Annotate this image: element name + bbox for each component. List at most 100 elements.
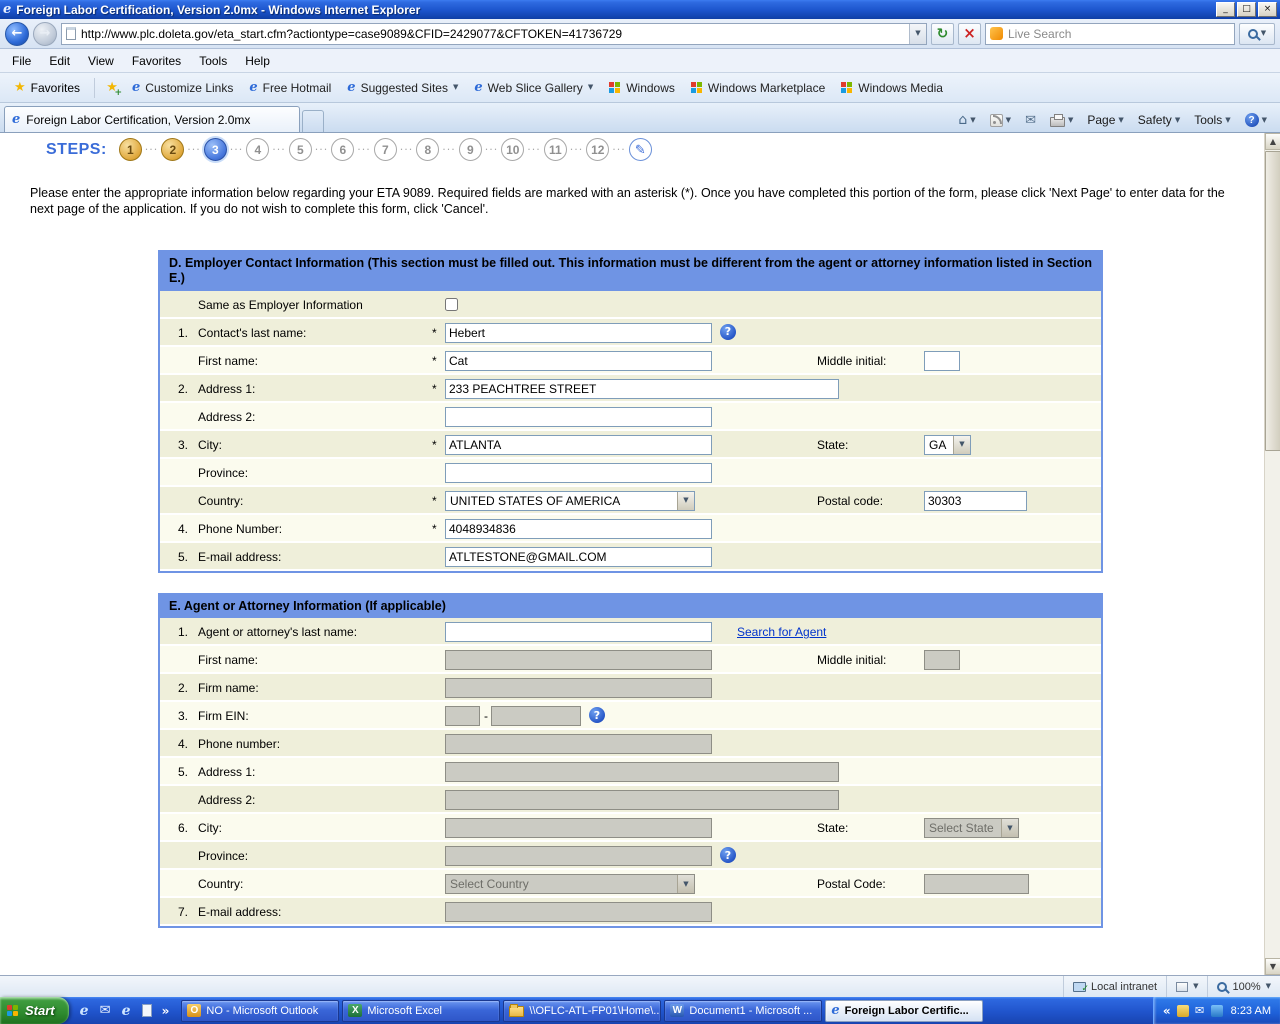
home-icon: ⌂ [958,113,967,127]
contact-last-name-help-icon[interactable]: ? [720,324,736,340]
search-for-agent-link[interactable]: Search for Agent [737,625,826,639]
read-mail-button[interactable]: ✉ [1022,112,1039,129]
step-4[interactable]: 4 [246,138,269,161]
page-menu-label: Page [1087,113,1115,127]
print-button[interactable]: ▼ [1047,112,1076,129]
favorites-items: eCustomize LinkseFree HotmaileSuggested … [124,77,951,99]
home-button[interactable]: ⌂▼ [955,111,978,129]
contact-first-name-input[interactable] [445,351,712,371]
firm-ein-help-icon[interactable]: ? [589,707,605,723]
stop-button[interactable]: × [958,23,981,45]
favorites-item-label: Suggested Sites [361,81,448,95]
agent-last-name-input[interactable] [445,622,712,642]
scroll-down-button[interactable]: ▼ [1265,958,1280,975]
page-menu-button[interactable]: Page▼ [1084,111,1126,129]
menu-item-file[interactable]: File [3,51,40,71]
step-2[interactable]: 2 [161,138,184,161]
step-11[interactable]: 11 [544,138,567,161]
menu-item-edit[interactable]: Edit [40,51,79,71]
new-tab-button[interactable] [302,110,324,132]
step-9[interactable]: 9 [459,138,482,161]
phone-number-input[interactable] [445,519,712,539]
select-arrow-button: ▼ [953,436,970,454]
tab-foreign-labor-certification[interactable]: e Foreign Labor Certification, Version 2… [4,106,300,132]
country-select[interactable]: UNITED STATES OF AMERICA▼ [445,491,695,511]
taskbar-button-document1-microsoft[interactable]: WDocument1 - Microsoft ... [664,1000,822,1022]
back-button[interactable]: ← [5,22,29,46]
contact-last-name-input[interactable] [445,323,712,343]
address-2-input[interactable] [445,407,712,427]
tools-menu-button[interactable]: Tools▼ [1191,111,1233,129]
step-6[interactable]: 6 [331,138,354,161]
middle-initial-input[interactable] [924,351,960,371]
postal-code-input[interactable] [924,491,1027,511]
step-edit[interactable]: ✎ [629,138,652,161]
city-input[interactable] [445,435,712,455]
windows-flag-icon [841,82,853,94]
quick-launch-overflow-chevron[interactable]: » [160,1004,172,1018]
agent-province-help-icon[interactable]: ? [720,847,736,863]
favorites-item-windows[interactable]: Windows [601,77,683,99]
minimize-button[interactable]: _ [1216,2,1235,17]
vertical-scrollbar[interactable]: ▲ ▼ [1264,133,1280,975]
add-to-favorites-bar-button[interactable]: ★ + [100,77,124,99]
quick-launch-ie-icon[interactable]: e [118,1002,135,1020]
scrollbar-thumb[interactable] [1265,151,1280,451]
menu-item-help[interactable]: Help [236,51,279,71]
feeds-button[interactable]: ▼ [987,112,1014,129]
taskbar-clock[interactable]: 8:23 AM [1229,1005,1271,1017]
menu-item-favorites[interactable]: Favorites [123,51,190,71]
quick-launch-ie-icon[interactable]: e [76,1002,93,1020]
tray-icon[interactable] [1177,1005,1189,1017]
search-box[interactable]: Live Search [985,23,1235,45]
same-as-employer-checkbox[interactable] [445,298,458,311]
search-button[interactable]: ▼ [1239,23,1275,45]
quick-launch-page-icon[interactable] [139,1002,156,1020]
favorites-item-windows-media[interactable]: Windows Media [833,77,951,99]
help-menu-button[interactable]: ?▼ [1242,111,1270,129]
maximize-button[interactable]: □ [1237,2,1256,17]
forward-button[interactable]: → [33,22,57,46]
address-1-input[interactable] [445,379,839,399]
step-3[interactable]: 3 [204,138,227,161]
taskbar-buttons: ONO - Microsoft OutlookXMicrosoft Excel\… [178,1000,983,1022]
taskbar-button-microsoft-excel[interactable]: XMicrosoft Excel [342,1000,500,1022]
address-field[interactable]: http://www.plc.doleta.gov/eta_start.cfm?… [61,23,927,45]
menu-item-tools[interactable]: Tools [190,51,236,71]
step-1[interactable]: 1 [119,138,142,161]
select-value: Select State [925,821,1001,835]
field-label: Address 2: [198,793,255,807]
step-12[interactable]: 12 [586,138,609,161]
form-row-country: Country:*UNITED STATES OF AMERICA▼Postal… [160,487,1101,515]
province-input[interactable] [445,463,712,483]
tray-expand-icon[interactable]: « [1163,1004,1171,1018]
safety-menu-button[interactable]: Safety▼ [1135,111,1183,129]
menu-item-view[interactable]: View [79,51,123,71]
email-address-input[interactable] [445,547,712,567]
refresh-button[interactable]: ↻ [931,23,954,45]
zoom-control[interactable]: 100% ▼ [1207,976,1280,997]
steps-label: STEPS: [46,141,107,159]
step-8[interactable]: 8 [416,138,439,161]
tray-mail-icon[interactable]: ✉ [1194,1005,1206,1017]
favorites-button[interactable]: ★ Favorites [5,77,89,99]
quick-launch-mail-icon[interactable]: ✉ [97,1002,114,1020]
step-10[interactable]: 10 [501,138,524,161]
favorites-item-windows-marketplace[interactable]: Windows Marketplace [683,77,833,99]
tray-icon[interactable] [1211,1005,1223,1017]
taskbar-button-foreign-labor-certific[interactable]: eForeign Labor Certific... [825,1000,983,1022]
step-7[interactable]: 7 [374,138,397,161]
misc-status-pane[interactable]: ▼ [1166,976,1207,997]
state-select[interactable]: GA▼ [924,435,971,455]
favorites-item-web-slice-gallery[interactable]: eWeb Slice Gallery▼ [466,77,601,99]
favorites-item-free-hotmail[interactable]: eFree Hotmail [241,77,339,99]
start-button[interactable]: Start [0,997,69,1024]
favorites-item-suggested-sites[interactable]: eSuggested Sites▼ [339,77,466,99]
step-5[interactable]: 5 [289,138,312,161]
taskbar-button-no-microsoft-outlook[interactable]: ONO - Microsoft Outlook [181,1000,339,1022]
scroll-up-button[interactable]: ▲ [1265,133,1280,150]
address-dropdown-button[interactable]: ▼ [909,24,926,44]
taskbar-button-oflc-atl-fp01-home[interactable]: \\OFLC-ATL-FP01\Home\... [503,1000,661,1022]
favorites-item-customize-links[interactable]: eCustomize Links [124,77,241,99]
close-button[interactable]: × [1258,2,1277,17]
